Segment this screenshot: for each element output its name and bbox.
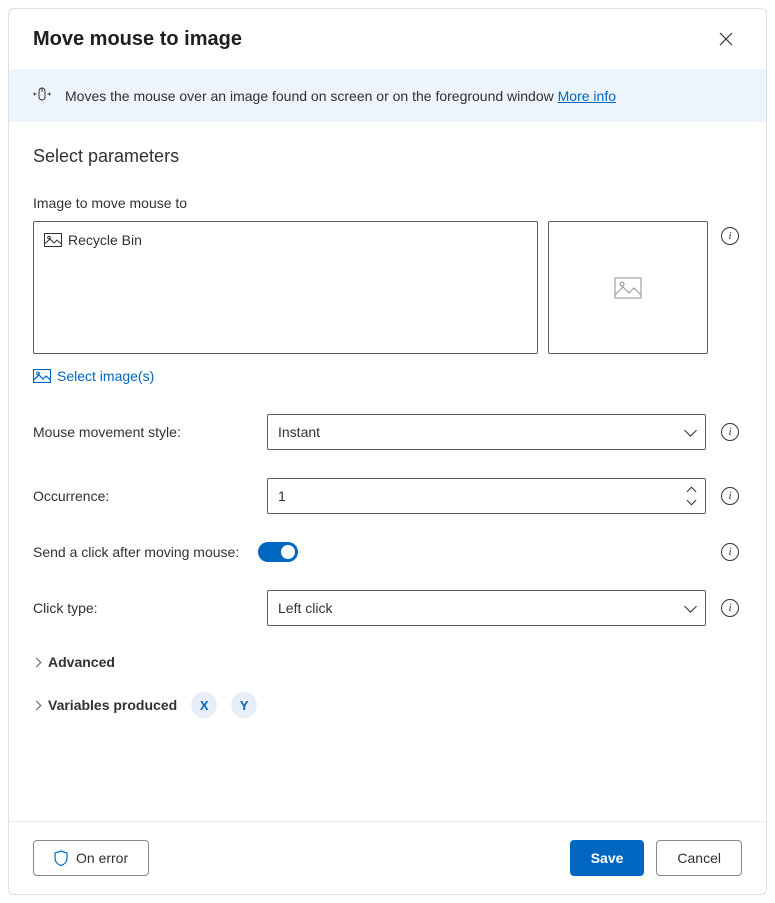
send-click-label: Send a click after moving mouse:: [33, 544, 246, 560]
picture-placeholder-icon: [614, 277, 642, 299]
on-error-button[interactable]: On error: [33, 840, 149, 876]
more-info-link[interactable]: More info: [558, 88, 616, 104]
occurrence-input[interactable]: 1: [267, 478, 706, 514]
advanced-expander[interactable]: Advanced: [33, 654, 742, 670]
dialog: Move mouse to image Moves the mouse over…: [8, 8, 767, 895]
image-entry[interactable]: Recycle Bin: [44, 232, 527, 248]
image-selection-row: Recycle Bin i: [33, 221, 742, 354]
dialog-body: Select parameters Image to move mouse to…: [9, 122, 766, 821]
chevron-down-icon: [687, 496, 697, 506]
mouse-target-icon: [33, 85, 51, 106]
movement-style-dropdown[interactable]: Instant: [267, 414, 706, 450]
occurrence-row: Occurrence: 1 i: [33, 478, 742, 514]
movement-style-label: Mouse movement style:: [33, 424, 255, 440]
section-title: Select parameters: [33, 146, 742, 167]
select-images-link[interactable]: Select image(s): [33, 368, 154, 384]
banner-text: Moves the mouse over an image found on s…: [65, 88, 616, 104]
variable-badge-y[interactable]: Y: [231, 692, 257, 718]
shield-icon: [54, 850, 68, 866]
variable-badge-x[interactable]: X: [191, 692, 217, 718]
click-type-label: Click type:: [33, 600, 255, 616]
dialog-footer: On error Save Cancel: [9, 821, 766, 894]
image-field-label: Image to move mouse to: [33, 195, 742, 211]
info-banner: Moves the mouse over an image found on s…: [9, 69, 766, 122]
send-click-row: Send a click after moving mouse: i: [33, 542, 742, 562]
chevron-right-icon: [32, 657, 42, 667]
close-button[interactable]: [710, 23, 742, 55]
save-button[interactable]: Save: [570, 840, 645, 876]
info-icon[interactable]: i: [721, 543, 739, 561]
click-type-row: Click type: Left click i: [33, 590, 742, 626]
cancel-button[interactable]: Cancel: [656, 840, 742, 876]
info-icon[interactable]: i: [721, 423, 739, 441]
chevron-down-icon: [684, 600, 697, 613]
chevron-right-icon: [32, 700, 42, 710]
info-icon[interactable]: i: [721, 227, 739, 245]
dialog-title: Move mouse to image: [33, 28, 242, 51]
image-preview-box: [548, 221, 709, 354]
info-icon[interactable]: i: [721, 599, 739, 617]
image-list-box[interactable]: Recycle Bin: [33, 221, 538, 354]
movement-style-row: Mouse movement style: Instant i: [33, 414, 742, 450]
image-entry-label: Recycle Bin: [68, 232, 142, 248]
info-icon[interactable]: i: [721, 487, 739, 505]
spinner-arrows[interactable]: [688, 488, 695, 504]
send-click-toggle[interactable]: [258, 542, 298, 562]
close-icon: [719, 32, 733, 46]
chevron-down-icon: [684, 424, 697, 437]
click-type-dropdown[interactable]: Left click: [267, 590, 706, 626]
variables-expander[interactable]: Variables produced X Y: [33, 692, 742, 718]
occurrence-label: Occurrence:: [33, 488, 255, 504]
titlebar: Move mouse to image: [9, 9, 766, 69]
picture-icon: [44, 233, 62, 247]
toggle-knob: [281, 545, 295, 559]
picture-icon: [33, 369, 51, 383]
